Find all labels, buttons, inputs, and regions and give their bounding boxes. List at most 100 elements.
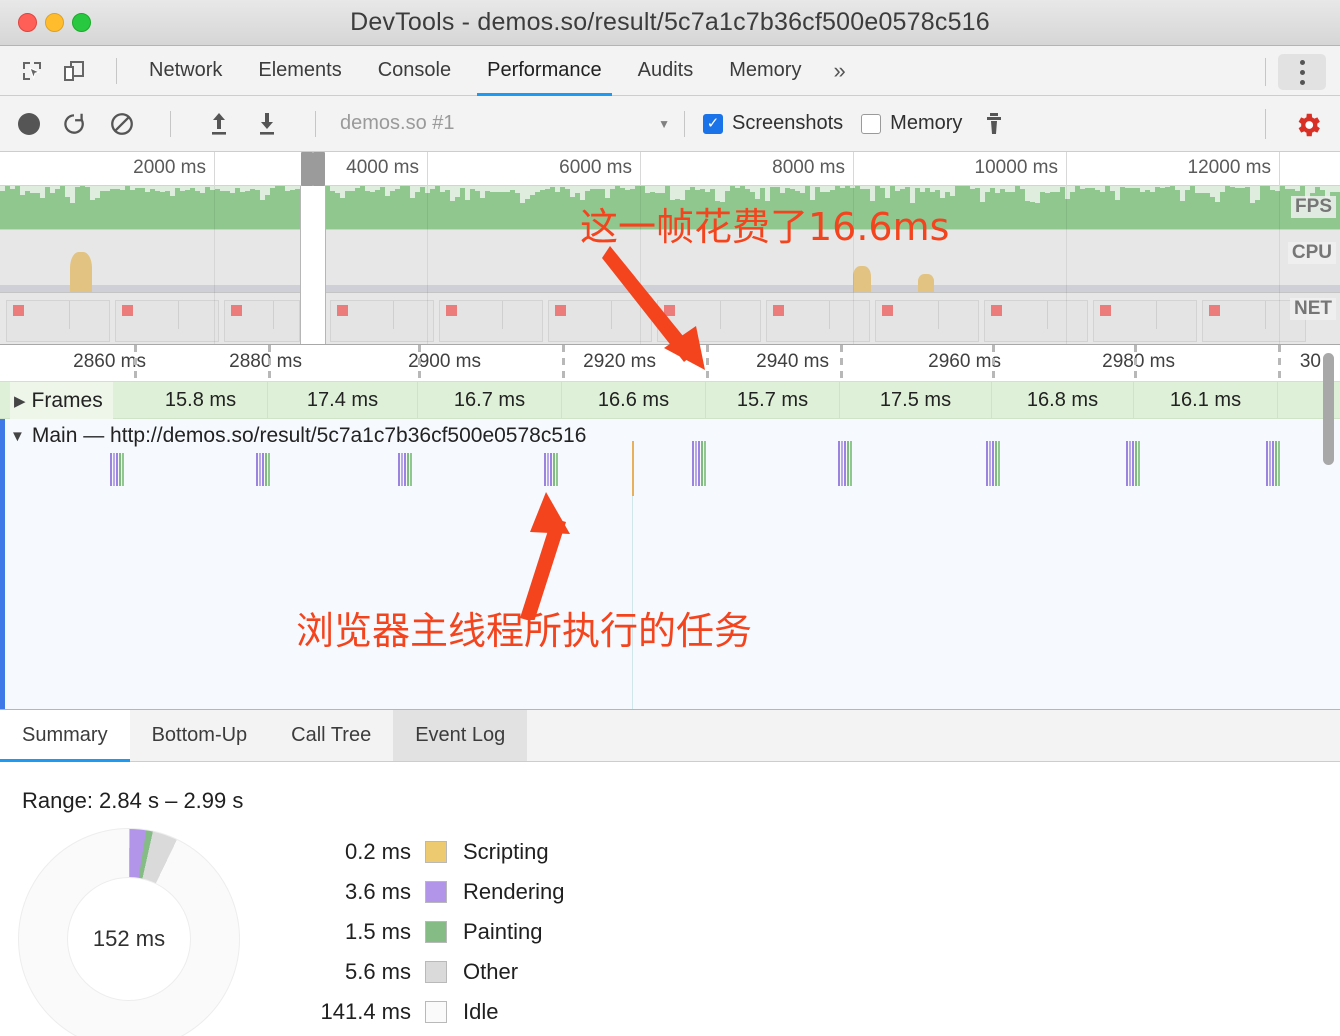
annotation-frame-cost: 这一帧花费了16.6ms <box>580 205 950 249</box>
tab-performance[interactable]: Performance <box>469 46 620 96</box>
drawer-tab-label: Event Log <box>415 724 506 746</box>
frame-item[interactable]: 16.6 ms <box>562 381 706 419</box>
frame-item[interactable]: 17.5 ms <box>840 381 992 419</box>
controlbar-divider-1 <box>170 110 171 137</box>
frame-item[interactable]: 17.4 ms <box>268 381 418 419</box>
detail-tick-label: 2980 ms <box>1102 351 1175 372</box>
memory-checkbox-box[interactable] <box>861 113 882 134</box>
flamechart-scrollbar[interactable] <box>1323 353 1334 465</box>
details-drawer: Summary Bottom-Up Call Tree Event Log Ra… <box>0 709 1340 1036</box>
screenshots-checkbox[interactable]: Screenshots <box>703 112 843 135</box>
screenshots-checkbox-box[interactable] <box>703 113 723 134</box>
frame-item[interactable]: 16.7 ms <box>418 381 562 419</box>
tab-elements[interactable]: Elements <box>240 46 359 96</box>
main-thread-accent <box>0 419 5 710</box>
frames-collapse-icon[interactable]: ▶ <box>14 392 26 410</box>
device-toolbar-icon[interactable] <box>60 57 88 85</box>
tab-memory[interactable]: Memory <box>711 46 819 96</box>
main-thread-task[interactable] <box>1266 441 1280 486</box>
kebab-menu-icon[interactable] <box>1278 54 1326 90</box>
selection-handle-left[interactable] <box>301 152 313 186</box>
frame-item[interactable]: 15.8 ms <box>134 381 268 419</box>
legend-value: 3.6 ms <box>344 879 411 904</box>
legend-label: Other <box>463 959 519 984</box>
tab-label: Performance <box>487 59 602 81</box>
cpu-baseline <box>0 285 1340 292</box>
panel-tabs: Network Elements Console Performance Aud… <box>131 46 860 96</box>
legend-value: 5.6 ms <box>344 959 411 984</box>
tab-label: Elements <box>258 59 342 81</box>
legend-label: Painting <box>463 919 543 944</box>
tab-event-log[interactable]: Event Log <box>393 710 528 761</box>
gear-icon[interactable] <box>1292 109 1324 141</box>
tabbar-tools <box>0 57 131 85</box>
detail-ruler: 2860 ms 2880 ms 2900 ms 2920 ms 2940 ms … <box>0 345 1340 381</box>
frame-item[interactable]: 16.8 ms <box>992 381 1134 419</box>
recording-controls <box>0 110 330 138</box>
more-tabs-icon[interactable]: » <box>819 58 859 84</box>
donut-center-label: 152 ms <box>67 877 191 1001</box>
tab-console[interactable]: Console <box>360 46 469 96</box>
profile-selector[interactable]: demos.so #1 ▼ <box>340 109 670 139</box>
main-expand-icon[interactable]: ▼ <box>10 428 25 445</box>
main-thread-label: Main — http://demos.so/result/5c7a1c7b36… <box>31 424 587 447</box>
legend-row[interactable]: 3.6 ms Rendering <box>290 872 565 912</box>
memory-checkbox[interactable]: Memory <box>861 112 962 135</box>
tab-bottom-up[interactable]: Bottom-Up <box>130 710 270 761</box>
memory-label: Memory <box>890 112 963 134</box>
frame-item[interactable]: 15.7 ms <box>706 381 840 419</box>
cpu-track-label: CPU <box>1287 242 1336 264</box>
main-thread-task[interactable] <box>986 441 1000 486</box>
tab-summary[interactable]: Summary <box>0 710 130 762</box>
main-thread-task[interactable] <box>1126 441 1140 486</box>
selection-handle-right[interactable] <box>313 152 325 186</box>
overview-tick-label: 4000 ms <box>346 157 419 178</box>
tab-label: Console <box>377 59 452 81</box>
tab-audits[interactable]: Audits <box>620 46 712 96</box>
load-profile-icon[interactable] <box>205 110 233 138</box>
frames-track-header[interactable]: ▶ Frames <box>10 382 113 420</box>
legend-value: 0.2 ms <box>344 839 411 864</box>
overview-tick-label: 6000 ms <box>559 157 632 178</box>
overview-ruler: 2000 ms 4000 ms 6000 ms 8000 ms 10000 ms… <box>0 152 1340 186</box>
inspect-element-icon[interactable] <box>18 57 46 85</box>
main-thread-header[interactable]: ▼ Main — http://demos.so/result/5c7a1c7b… <box>10 419 593 453</box>
profile-selector-value: demos.so #1 <box>340 112 455 134</box>
net-track-label: NET <box>1290 298 1336 320</box>
detail-tick-label: 2940 ms <box>756 351 829 372</box>
tab-call-tree[interactable]: Call Tree <box>269 710 393 761</box>
tab-label: Audits <box>637 59 694 81</box>
legend-label: Rendering <box>463 879 565 904</box>
frame-item[interactable]: 16.1 ms <box>1134 381 1278 419</box>
tab-label: Network <box>149 59 223 81</box>
legend-value: 1.5 ms <box>344 919 411 944</box>
legend-swatch <box>425 921 447 943</box>
detail-tick-label: 2920 ms <box>583 351 656 372</box>
legend-row[interactable]: 141.4 ms Idle <box>290 992 565 1032</box>
record-icon[interactable] <box>18 112 40 135</box>
detail-tick-label: 2960 ms <box>928 351 1001 372</box>
activity-donut-chart[interactable]: 152 ms <box>18 828 240 1036</box>
legend-label: Scripting <box>463 839 549 864</box>
fps-track-label: FPS <box>1291 196 1336 218</box>
reload-and-record-icon[interactable] <box>60 110 88 138</box>
tab-label: Memory <box>729 59 802 81</box>
legend-row[interactable]: 5.6 ms Other <box>290 952 565 992</box>
detail-tick-label: 2860 ms <box>73 351 146 372</box>
window-title: DevTools - demos.so/result/5c7a1c7b36cf5… <box>350 8 990 36</box>
main-thread-track[interactable]: ▼ Main — http://demos.so/result/5c7a1c7b… <box>0 419 1340 710</box>
trash-icon[interactable] <box>980 110 1008 138</box>
clear-icon[interactable] <box>108 110 136 138</box>
legend-row[interactable]: 1.5 ms Painting <box>290 912 565 952</box>
tab-network[interactable]: Network <box>131 46 240 96</box>
overview-selection-window[interactable] <box>300 186 326 344</box>
controlbar-divider-2 <box>315 110 316 137</box>
overview-tick-label: 8000 ms <box>772 157 845 178</box>
overview-tick-label: 2000 ms <box>133 157 206 178</box>
legend-row[interactable]: 0.2 ms Scripting <box>290 832 565 872</box>
save-profile-icon[interactable] <box>253 110 281 138</box>
main-thread-task[interactable] <box>692 441 706 486</box>
kebab-divider <box>1265 58 1266 86</box>
screenshots-label: Screenshots <box>732 112 844 134</box>
main-thread-task[interactable] <box>838 441 852 486</box>
